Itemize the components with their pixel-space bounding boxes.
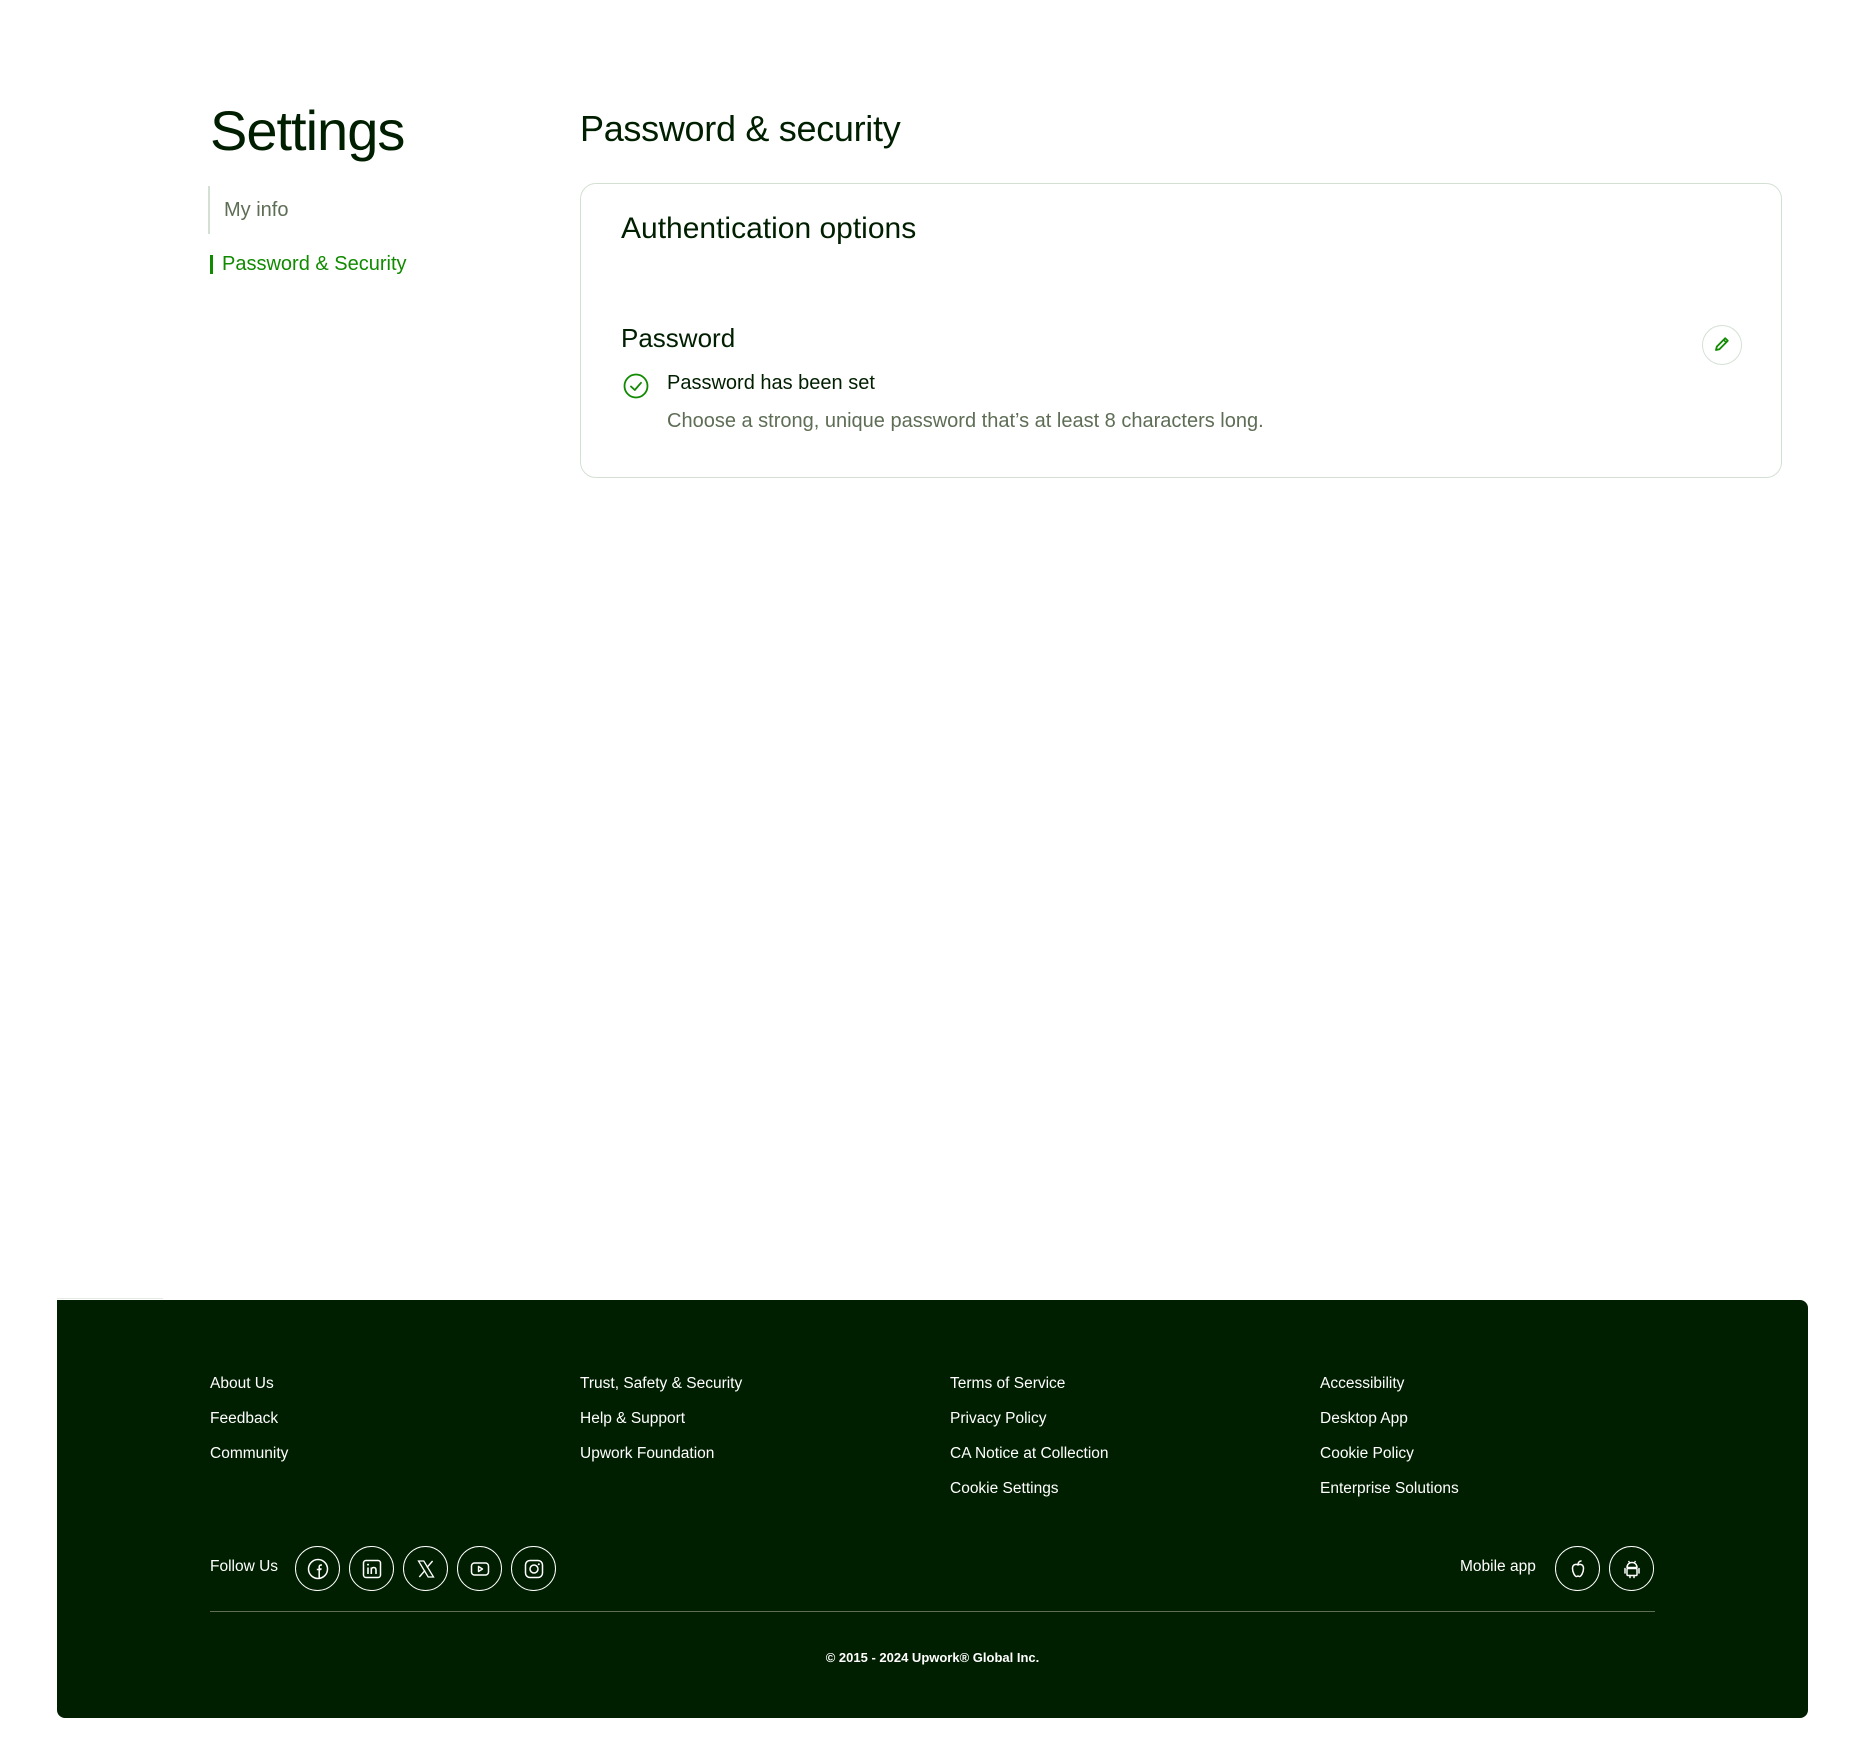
pencil-icon xyxy=(1712,334,1732,357)
settings-nav: My info Password & Security xyxy=(208,186,508,276)
apple-icon xyxy=(1571,1559,1584,1577)
footer-link-enterprise[interactable]: Enterprise Solutions xyxy=(1320,1479,1690,1499)
footer-link-community[interactable]: Community xyxy=(210,1444,580,1464)
linkedin-link[interactable] xyxy=(349,1546,394,1591)
footer-link-help-support[interactable]: Help & Support xyxy=(580,1409,950,1429)
sidebar-item-password-security[interactable]: Password & Security xyxy=(208,252,508,276)
footer-link-terms[interactable]: Terms of Service xyxy=(950,1374,1320,1394)
footer-link-cookie-settings[interactable]: Cookie Settings xyxy=(950,1479,1320,1499)
footer-link-cookie-policy[interactable]: Cookie Policy xyxy=(1320,1444,1690,1464)
facebook-link[interactable] xyxy=(295,1546,340,1591)
footer-column: Terms of Service Privacy Policy CA Notic… xyxy=(950,1374,1320,1514)
sidebar-item-my-info[interactable]: My info xyxy=(208,186,508,234)
edit-password-button[interactable] xyxy=(1702,325,1742,365)
check-circle-icon xyxy=(623,373,649,399)
card-title: Authentication options xyxy=(621,212,917,245)
facebook-icon xyxy=(307,1558,328,1579)
footer-divider xyxy=(210,1611,1655,1612)
app-store-link[interactable] xyxy=(1555,1546,1600,1591)
footer-link-privacy[interactable]: Privacy Policy xyxy=(950,1409,1320,1429)
footer-link-trust-safety[interactable]: Trust, Safety & Security xyxy=(580,1374,950,1394)
footer-column: About Us Feedback Community xyxy=(210,1374,580,1514)
password-status: Password has been set xyxy=(667,372,875,394)
mobile-app-label: Mobile app xyxy=(1460,1558,1536,1575)
footer-link-desktop-app[interactable]: Desktop App xyxy=(1320,1409,1690,1429)
youtube-icon xyxy=(470,1561,489,1576)
footer-link-accessibility[interactable]: Accessibility xyxy=(1320,1374,1690,1394)
copyright: © 2015 - 2024 Upwork® Global Inc. xyxy=(825,1650,1040,1665)
instagram-link[interactable] xyxy=(511,1546,556,1591)
follow-us-label: Follow Us xyxy=(210,1558,279,1575)
linkedin-icon xyxy=(362,1559,381,1578)
footer-link-about-us[interactable]: About Us xyxy=(210,1374,580,1394)
instagram-icon xyxy=(524,1559,543,1578)
youtube-link[interactable] xyxy=(457,1546,502,1591)
footer-column: Trust, Safety & Security Help & Support … xyxy=(580,1374,950,1514)
password-heading: Password xyxy=(621,323,736,353)
google-play-link[interactable] xyxy=(1609,1546,1654,1591)
footer-link-feedback[interactable]: Feedback xyxy=(210,1409,580,1429)
android-icon xyxy=(1623,1560,1640,1578)
authentication-options-card: Authentication options Password Password… xyxy=(580,183,1782,478)
password-help-text: Choose a strong, unique password that’s … xyxy=(667,410,1264,432)
section-title: Password & security xyxy=(580,108,901,149)
footer-links: About Us Feedback Community Trust, Safet… xyxy=(210,1374,1690,1514)
footer-column: Accessibility Desktop App Cookie Policy … xyxy=(1320,1374,1690,1514)
social-links xyxy=(295,1546,556,1591)
page-title: Settings xyxy=(210,99,405,162)
site-footer: About Us Feedback Community Trust, Safet… xyxy=(57,1300,1808,1718)
mobile-app-links xyxy=(1555,1546,1654,1591)
x-link[interactable] xyxy=(403,1546,448,1591)
x-icon xyxy=(416,1559,435,1578)
footer-link-upwork-foundation[interactable]: Upwork Foundation xyxy=(580,1444,950,1464)
footer-link-ca-notice[interactable]: CA Notice at Collection xyxy=(950,1444,1320,1464)
